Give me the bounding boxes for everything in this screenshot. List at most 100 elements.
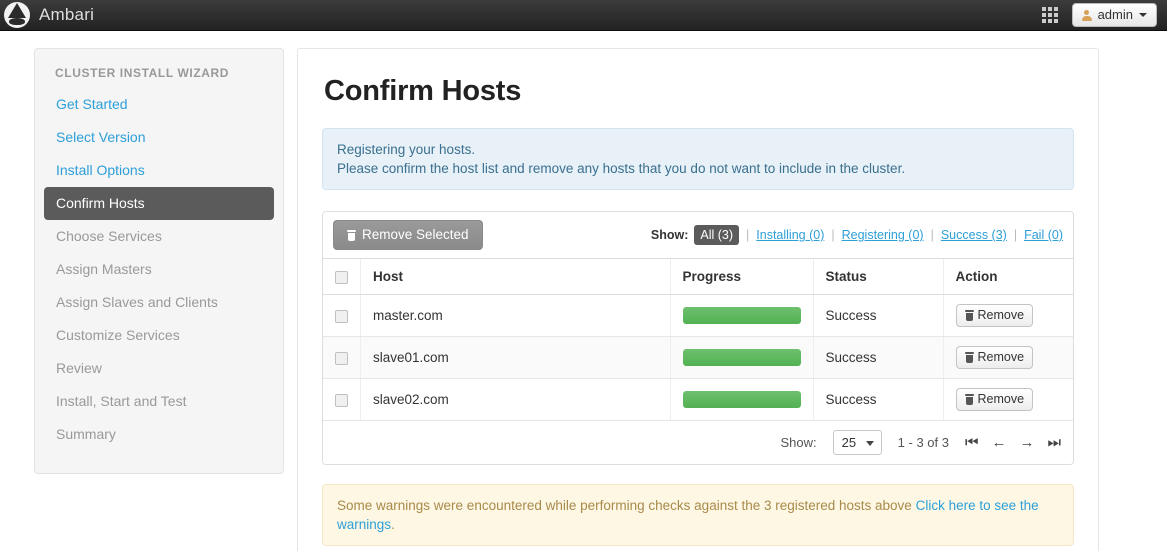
filter-separator: |	[746, 228, 750, 242]
row-status: Success	[813, 294, 944, 337]
header-host: Host	[360, 259, 671, 295]
filter-installing[interactable]: Installing (0)	[756, 228, 824, 242]
brand[interactable]: Ambari	[0, 2, 94, 28]
last-page-icon[interactable]: ⏭	[1047, 435, 1061, 450]
table-pagination: Show: 25 1 - 3 of 3 ⏮ ← → ⏭	[323, 421, 1073, 464]
navbar-right: admin	[1041, 3, 1157, 27]
progress-bar	[682, 349, 801, 366]
grid-dot	[1047, 7, 1052, 11]
progress-bar-fill	[682, 349, 801, 366]
row-checkbox[interactable]	[335, 351, 348, 365]
row-checkbox-cell	[323, 294, 361, 337]
table-row: slave02.com Success Remove	[323, 378, 1073, 421]
sidebar-item-customize-services: Customize Services	[56, 327, 180, 343]
top-navbar: Ambari admin	[0, 0, 1167, 31]
trash-icon	[964, 310, 974, 321]
sidebar-item-review: Review	[56, 360, 102, 376]
grid-dot	[1047, 13, 1052, 17]
grid-dot	[1041, 19, 1046, 23]
person-icon	[1081, 9, 1092, 21]
row-action-cell: Remove	[943, 294, 1073, 337]
trash-icon	[964, 394, 974, 405]
header-select-all	[323, 259, 361, 295]
row-progress-cell	[670, 378, 814, 421]
row-host: master.com	[360, 294, 671, 337]
grid-dot	[1041, 13, 1046, 17]
status-filters: Show: All (3) | Installing (0) | Registe…	[651, 225, 1063, 245]
remove-host-label: Remove	[977, 350, 1025, 364]
next-page-icon[interactable]: →	[1019, 435, 1034, 450]
row-checkbox[interactable]	[335, 309, 348, 323]
select-all-checkbox[interactable]	[335, 270, 348, 284]
trash-icon	[347, 229, 356, 241]
header-action: Action	[943, 259, 1073, 295]
row-progress-cell	[670, 336, 814, 379]
row-checkbox-cell	[323, 378, 361, 421]
sidebar-item-choose-services: Choose Services	[56, 228, 162, 244]
content-panel: Confirm Hosts Registering your hosts. Pl…	[297, 48, 1099, 551]
grid-dot	[1053, 13, 1058, 17]
pagination-range: 1 - 3 of 3	[897, 435, 949, 450]
progress-bar-fill	[682, 307, 801, 324]
row-progress-cell	[670, 294, 814, 337]
info-line-1: Registering your hosts.	[337, 142, 476, 157]
hosts-table-container: Remove Selected Show: All (3) | Installi…	[322, 211, 1074, 465]
table-header-row: Host Progress Status Action	[323, 259, 1073, 295]
table-row: slave01.com Success Remove	[323, 336, 1073, 379]
admin-menu-button[interactable]: admin	[1071, 3, 1157, 27]
row-status: Success	[813, 336, 944, 379]
hosts-table-body: master.com Success Remove slave01.com Su…	[323, 294, 1073, 421]
row-checkbox[interactable]	[335, 393, 348, 407]
remove-host-label: Remove	[977, 308, 1025, 322]
row-action-cell: Remove	[943, 336, 1073, 379]
progress-bar	[682, 307, 801, 324]
grid-dot	[1053, 19, 1058, 23]
page-size-select-wrap: 25	[832, 430, 882, 455]
sidebar-item-assign-slaves-and-clients: Assign Slaves and Clients	[56, 294, 218, 310]
page-size-select[interactable]: 25	[832, 430, 882, 455]
header-progress: Progress	[670, 259, 814, 295]
pagination-controls: ⏮ ← → ⏭	[965, 435, 1061, 450]
warning-suffix: .	[391, 517, 395, 532]
previous-page-icon[interactable]: ←	[991, 435, 1006, 450]
hosts-table-head: Host Progress Status Action	[323, 259, 1073, 295]
wizard-sidebar: CLUSTER INSTALL WIZARD Get Started Selec…	[34, 48, 284, 474]
filter-fail[interactable]: Fail (0)	[1024, 228, 1063, 242]
page-size-label: Show:	[780, 435, 817, 450]
sidebar-item-get-started[interactable]: Get Started	[44, 88, 274, 121]
first-page-icon[interactable]: ⏮	[965, 435, 979, 450]
sidebar-item-confirm-hosts[interactable]: Confirm Hosts	[44, 187, 274, 220]
warning-text: Some warnings were encountered while per…	[337, 498, 916, 513]
filter-separator: |	[1013, 228, 1018, 242]
row-host: slave01.com	[360, 336, 671, 379]
remove-host-label: Remove	[977, 392, 1025, 406]
remove-selected-label: Remove Selected	[362, 227, 469, 242]
sidebar-item-summary: Summary	[56, 426, 116, 442]
progress-bar-fill	[682, 391, 801, 408]
filter-registering[interactable]: Registering (0)	[842, 228, 924, 242]
table-row: master.com Success Remove	[323, 294, 1073, 337]
grid-menu-icon[interactable]	[1041, 7, 1058, 23]
hosts-table: Host Progress Status Action master.com S…	[323, 259, 1073, 421]
remove-host-button[interactable]: Remove	[955, 304, 1034, 327]
row-host: slave02.com	[360, 378, 671, 421]
row-checkbox-cell	[323, 336, 361, 379]
brand-title: Ambari	[39, 5, 95, 24]
page-body: CLUSTER INSTALL WIZARD Get Started Selec…	[0, 31, 1167, 551]
progress-bar	[682, 391, 801, 408]
filter-separator: |	[930, 228, 934, 242]
remove-host-button[interactable]: Remove	[955, 388, 1034, 411]
filter-all[interactable]: All (3)	[694, 225, 740, 245]
filter-success[interactable]: Success (3)	[941, 228, 1007, 242]
ambari-logo-icon	[4, 2, 30, 28]
sidebar-item-install-options[interactable]: Install Options	[44, 154, 274, 187]
info-line-2: Please confirm the host list and remove …	[337, 161, 906, 176]
sidebar-item-select-version[interactable]: Select Version	[44, 121, 274, 154]
remove-host-button[interactable]: Remove	[955, 346, 1034, 369]
remove-selected-button[interactable]: Remove Selected	[333, 220, 483, 250]
sidebar-item-assign-masters: Assign Masters	[56, 261, 152, 277]
info-banner: Registering your hosts. Please confirm t…	[322, 128, 1074, 190]
sidebar-title: CLUSTER INSTALL WIZARD	[55, 66, 230, 80]
row-action-cell: Remove	[943, 378, 1073, 421]
grid-dot	[1053, 7, 1058, 11]
